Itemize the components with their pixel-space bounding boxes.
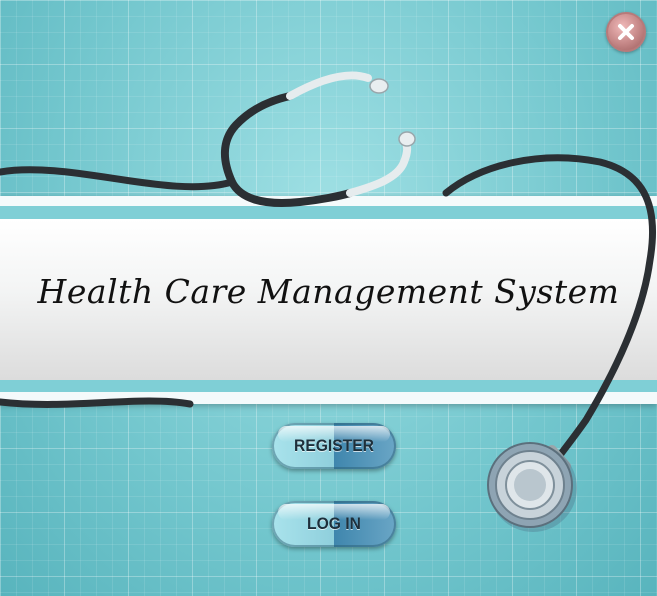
close-button[interactable] xyxy=(606,12,646,52)
banner-stripe-top xyxy=(0,206,657,219)
login-button-label: LOG IN xyxy=(307,514,361,533)
close-icon xyxy=(618,24,634,40)
login-button[interactable]: LOG IN xyxy=(272,501,396,547)
app-title: Health Care Management System xyxy=(37,272,620,311)
register-button[interactable]: REGISTER xyxy=(272,423,396,469)
banner-stripe-bottom xyxy=(0,380,657,392)
register-button-label: REGISTER xyxy=(294,436,374,455)
login-window: Health Care Management System REGISTER L… xyxy=(0,0,657,596)
